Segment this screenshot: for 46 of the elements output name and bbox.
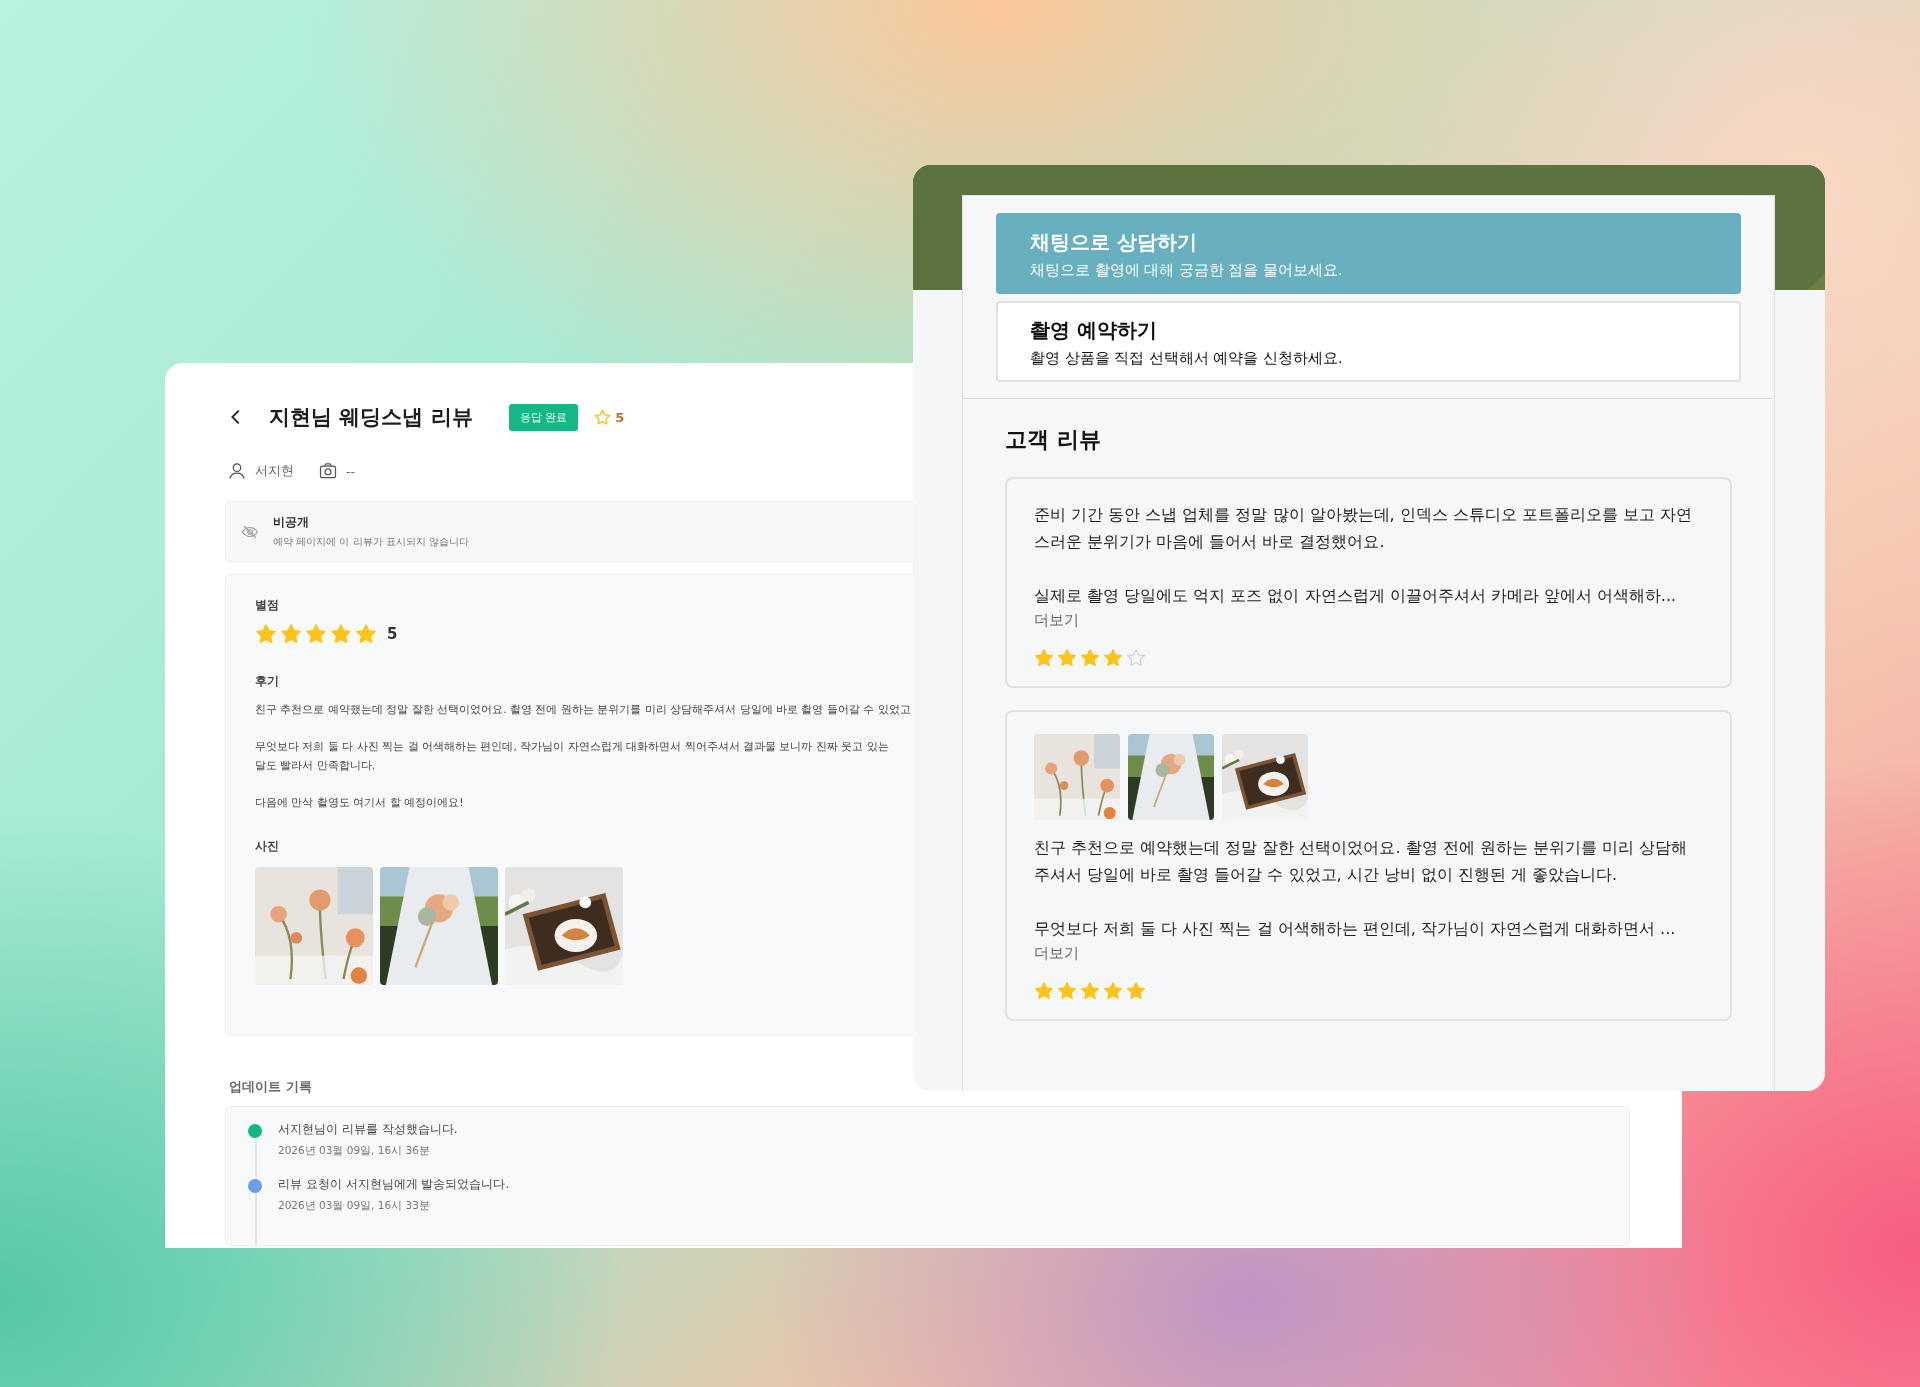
log-time: 2026년 03월 09일, 16시 36분 [278,1144,431,1158]
page-title: 지현님 웨딩스냅 리뷰 [269,404,473,431]
camera-value: -- [346,463,356,479]
star-icon [1080,981,1100,1001]
visibility-label: 비공개 [273,514,310,531]
review-text: 친구 추천으로 예약했는데 정말 잘한 선택이었어요. 촬영 전에 원하는 분위기를 미리 상담해주셔서 당일에 바로 촬영 들어갈 수 있었고 [255,702,911,718]
star-icon [1103,981,1123,1001]
review-text: 준비 기간 동안 스냅 업체를 정말 많이 알아봤는데, 인덱스 스튜디오 포트폴리오를 보고 자연스러운 분위기가 마음에 들어서 바로 결정했어요. [1034,504,1694,553]
star-icon [1034,648,1054,668]
rating-value: 5 [387,625,398,643]
review-text: 실제로 촬영 당일에도 억지 포즈 없이 자연스럽게 이끌어주셔서 카메라 앞에서 어색해하... [1034,585,1678,607]
star-icon [1057,648,1077,668]
review-text: 무엇보다 저희 둘 다 사진 찍는 걸 어색해하는 편인데, 작가님이 자연스럽게 대화하면서 ... [1034,918,1677,940]
star-icon [1126,981,1146,1001]
review-text: 무엇보다 저희 둘 다 사진 찍는 걸 어색해하는 편인데, 작가님이 자연스럽게 대화하면서 찍어주셔서 결과물 보니까 진짜 웃고 있는 [255,739,889,755]
author-name: 서지현 [255,462,294,480]
star-icon [280,623,302,645]
star-icon [1126,648,1146,668]
status-badge: 응답 완료 [508,403,579,431]
section-label: 업데이트 기록 [229,1078,312,1096]
log-text: 서지현님이 리뷰를 작성했습니다. [278,1121,458,1138]
star-icon [305,623,327,645]
section-label: 별점 [255,597,279,614]
star-icon [1034,981,1054,1001]
section-label: 후기 [255,673,279,690]
star-icon [1057,981,1077,1001]
star-icon [330,623,352,645]
star-icon [594,408,612,426]
section-label: 사진 [255,838,279,855]
star-icon [255,623,277,645]
review-text: 달도 빨라서 만족합니다. [255,758,376,774]
log-text: 리뷰 요청이 서지현님에게 발송되었습니다. [278,1176,510,1193]
more-link[interactable]: 더보기 [1034,944,1703,963]
visibility-description: 예약 페이지에 이 리뷰가 표시되지 않습니다 [273,535,469,549]
review-text: 친구 추천으로 예약했는데 정말 잘한 선택이었어요. 촬영 전에 원하는 분위기를 미리 상담해주셔서 당일에 바로 촬영 들어갈 수 있었고, 시간 낭비 없이 진행된 게 좋았습니다. [1034,837,1689,886]
person-icon [227,461,247,481]
star-icon [1080,648,1100,668]
rating-value: 5 [615,409,625,425]
star-icon [355,623,377,645]
action-button[interactable]: 촬영 예약하기 촬영 상품을 직접 선택해서 예약을 신청하세요. [996,301,1741,382]
camera-icon [318,461,338,481]
review-text: 다음에 만삭 촬영도 여기서 할 예정이에요! [255,795,464,811]
star-icon [1103,648,1123,668]
log-time: 2026년 03월 09일, 16시 33분 [278,1199,431,1213]
section-title: 고객 리뷰 [1005,426,1102,454]
more-link[interactable]: 더보기 [1034,611,1703,630]
